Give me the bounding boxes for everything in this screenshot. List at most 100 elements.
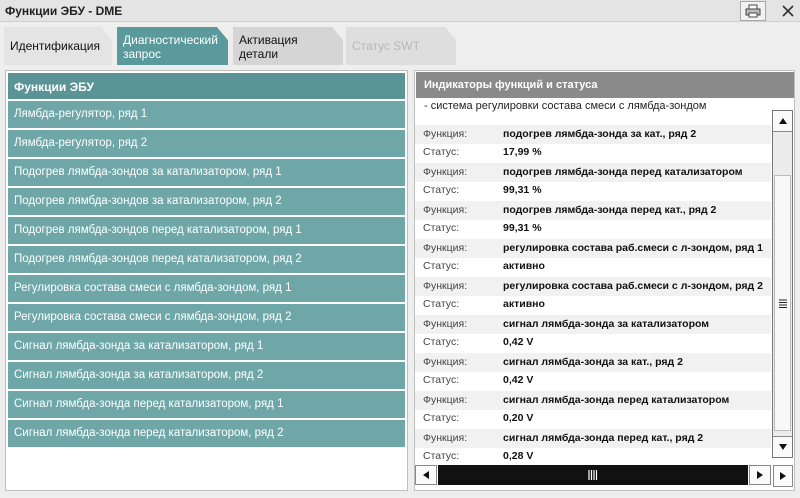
list-item[interactable]: Лямбда-регулятор, ряд 1 <box>8 101 405 128</box>
arrow-down-icon <box>778 444 787 450</box>
function-row: Функция: регулировка состава раб.смеси с … <box>415 239 771 258</box>
ecu-functions-header: Функции ЭБУ <box>8 73 405 99</box>
function-value: сигнал лямбда-зонда за кат., ряд 2 <box>503 356 683 368</box>
function-label: Функция: <box>423 166 468 178</box>
status-entry: Функция: сигнал лямбда-зонда за катализат… <box>415 311 771 349</box>
status-value: активно <box>503 260 545 272</box>
status-label: Статус: <box>423 412 460 424</box>
status-value: 99,31 % <box>503 222 542 234</box>
status-indicators-panel: Индикаторы функций и статуса - система р… <box>414 70 795 491</box>
status-value: 0,20 V <box>503 412 534 424</box>
status-label: Статус: <box>423 450 460 462</box>
status-label: Статус: <box>423 146 460 158</box>
ecu-functions-panel: Функции ЭБУ Лямбда-регулятор, ряд 1 Лямб… <box>5 70 408 491</box>
section-title: - система регулировки состава смеси с ля… <box>424 100 707 112</box>
status-value: 99,31 % <box>503 184 542 196</box>
arrow-right-icon <box>757 471 763 479</box>
list-item[interactable]: Подогрев лямбда-зондов за катализатором,… <box>8 188 405 215</box>
function-label: Функция: <box>423 394 468 406</box>
close-icon <box>782 5 794 17</box>
status-entry: Функция: сигнал лямбда-зонда перед катали… <box>415 387 771 425</box>
list-item[interactable]: Подогрев лямбда-зондов за катализатором,… <box>8 159 405 186</box>
list-item[interactable]: Сигнал лямбда-зонда перед катализатором,… <box>8 420 405 447</box>
function-label: Функция: <box>423 242 468 254</box>
list-item[interactable]: Регулировка состава смеси с лямбда-зондо… <box>8 304 405 331</box>
tab-swt-status: Статус SWT <box>346 27 456 65</box>
window-titlebar: Функции ЭБУ - DME <box>0 0 800 22</box>
list-item[interactable]: Сигнал лямбда-зонда за катализатором, ря… <box>8 362 405 389</box>
status-value: 0,42 V <box>503 336 534 348</box>
scroll-right-button[interactable] <box>749 465 771 485</box>
printer-icon <box>745 4 761 18</box>
status-entry: Функция: подогрев лямбда-зонда за кат., р… <box>415 121 771 159</box>
function-value: сигнал лямбда-зонда перед кат., ряд 2 <box>503 432 704 444</box>
function-row: Функция: подогрев лямбда-зонда за кат., р… <box>415 125 771 144</box>
function-row: Функция: сигнал лямбда-зонда за кат., ряд… <box>415 353 771 372</box>
scroll-left-button[interactable] <box>415 465 437 485</box>
tab-component-activation[interactable]: Активация детали <box>233 27 343 65</box>
grip-icon <box>778 299 787 308</box>
list-item[interactable]: Регулировка состава смеси с лямбда-зондо… <box>8 275 405 302</box>
list-item[interactable]: Лямбда-регулятор, ряд 2 <box>8 130 405 157</box>
function-label: Функция: <box>423 128 468 140</box>
scroll-down-button[interactable] <box>773 436 792 457</box>
ecu-functions-list: Лямбда-регулятор, ряд 1 Лямбда-регулятор… <box>8 101 405 449</box>
function-value: подогрев лямбда-зонда перед катализаторо… <box>503 166 743 178</box>
status-value: 17,99 % <box>503 146 542 158</box>
scroll-right-corner-button[interactable] <box>773 465 793 487</box>
print-button[interactable] <box>740 1 766 21</box>
function-value: подогрев лямбда-зонда за кат., ряд 2 <box>503 128 697 140</box>
status-label: Статус: <box>423 260 460 272</box>
status-entry: Функция: сигнал лямбда-зонда за кат., ряд… <box>415 349 771 387</box>
arrow-up-icon <box>778 118 787 124</box>
vertical-scrollbar[interactable] <box>772 110 793 458</box>
function-label: Функция: <box>423 356 468 368</box>
function-row: Функция: сигнал лямбда-зонда за катализат… <box>415 315 771 334</box>
function-row: Функция: подогрев лямбда-зонда перед кат.… <box>415 201 771 220</box>
status-value: активно <box>503 298 545 310</box>
function-row: Функция: подогрев лямбда-зонда перед ката… <box>415 163 771 182</box>
status-indicators-header: Индикаторы функций и статуса <box>416 72 794 98</box>
arrow-right-icon <box>780 472 786 480</box>
function-row: Функция: сигнал лямбда-зонда перед катали… <box>415 391 771 410</box>
status-list: Функция: подогрев лямбда-зонда за кат., р… <box>415 121 771 463</box>
grip-icon <box>588 470 598 480</box>
status-entry: Функция: подогрев лямбда-зонда перед кат.… <box>415 197 771 235</box>
list-item[interactable]: Подогрев лямбда-зондов перед катализатор… <box>8 246 405 273</box>
status-value: 0,42 V <box>503 374 534 386</box>
tab-diagnostic-request[interactable]: Диагностический запрос <box>117 27 228 65</box>
status-label: Статус: <box>423 184 460 196</box>
status-label: Статус: <box>423 222 460 234</box>
list-item[interactable]: Сигнал лямбда-зонда перед катализатором,… <box>8 391 405 418</box>
status-label: Статус: <box>423 298 460 310</box>
status-entry: Функция: подогрев лямбда-зонда перед ката… <box>415 159 771 197</box>
tab-bar: Идентификация Диагностический запрос Акт… <box>0 22 800 66</box>
function-label: Функция: <box>423 280 468 292</box>
status-label: Статус: <box>423 336 460 348</box>
tab-identification[interactable]: Идентификация <box>4 27 112 65</box>
status-entry: Функция: регулировка состава раб.смеси с … <box>415 235 771 273</box>
scroll-up-button[interactable] <box>773 111 792 132</box>
function-value: подогрев лямбда-зонда перед кат., ряд 2 <box>503 204 717 216</box>
function-label: Функция: <box>423 432 468 444</box>
function-value: сигнал лямбда-зонда перед катализатором <box>503 394 730 406</box>
arrow-left-icon <box>423 471 429 479</box>
function-value: сигнал лямбда-зонда за катализатором <box>503 318 710 330</box>
function-row: Функция: сигнал лямбда-зонда перед кат., … <box>415 429 771 448</box>
vertical-scroll-thumb[interactable] <box>774 175 791 431</box>
status-value: 0,28 V <box>503 450 534 462</box>
function-row: Функция: регулировка состава раб.смеси с … <box>415 277 771 296</box>
function-value: регулировка состава раб.смеси с л-зондом… <box>503 242 763 254</box>
window-title: Функции ЭБУ - DME <box>5 4 123 18</box>
status-label: Статус: <box>423 374 460 386</box>
list-item[interactable]: Подогрев лямбда-зондов перед катализатор… <box>8 217 405 244</box>
function-value: регулировка состава раб.смеси с л-зондом… <box>503 280 763 292</box>
horizontal-scroll-thumb[interactable] <box>438 465 748 485</box>
status-entry: Функция: сигнал лямбда-зонда перед кат., … <box>415 425 771 463</box>
function-label: Функция: <box>423 204 468 216</box>
list-item[interactable]: Сигнал лямбда-зонда за катализатором, ря… <box>8 333 405 360</box>
horizontal-scrollbar[interactable] <box>415 463 771 487</box>
status-entry: Функция: регулировка состава раб.смеси с … <box>415 273 771 311</box>
close-button[interactable] <box>775 1 800 21</box>
function-label: Функция: <box>423 318 468 330</box>
